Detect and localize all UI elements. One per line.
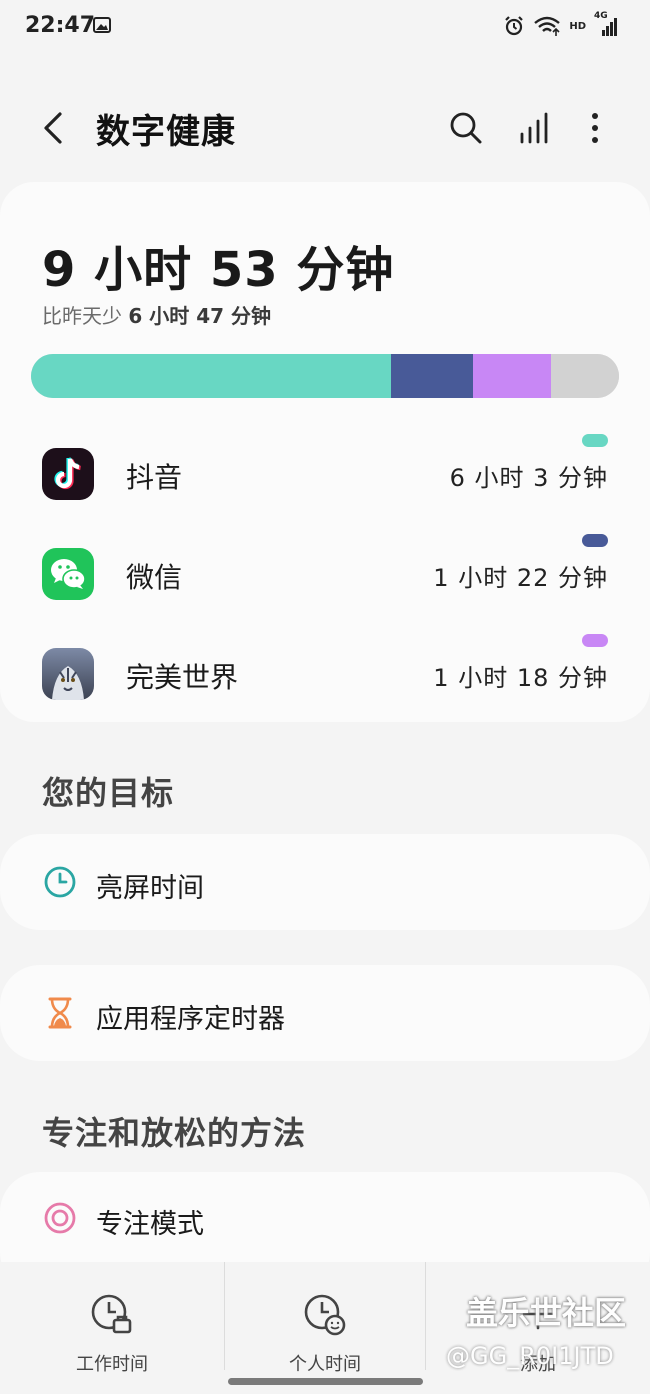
status-bar: 22:47 HD 4G <box>0 0 650 56</box>
alarm-icon <box>505 16 524 36</box>
app-time: 6 小时 3 分钟 <box>449 464 608 492</box>
legend-swatch <box>582 434 608 447</box>
usage-segment <box>391 354 474 398</box>
app-header: 数字健康 <box>0 88 650 168</box>
personal-time-button[interactable]: 个人时间 <box>225 1262 425 1375</box>
perfect-world-icon <box>42 648 94 700</box>
wifi-icon <box>534 16 561 36</box>
app-usage-row-douyin[interactable]: 抖音 6 小时 3 分钟 <box>0 434 650 514</box>
status-time: 22:47 <box>25 13 96 38</box>
hourglass-icon <box>48 997 72 1029</box>
work-time-button[interactable]: 工作时间 <box>0 1262 224 1375</box>
bar-chart-icon[interactable] <box>514 108 554 148</box>
watermark-title: 盖乐世社区 <box>466 1294 627 1332</box>
douyin-icon <box>42 448 94 500</box>
personal-time-icon <box>304 1294 346 1336</box>
screen-time-goal-item[interactable]: 亮屏时间 <box>0 834 650 930</box>
goal-label: 亮屏时间 <box>96 873 204 904</box>
status-icons: HD 4G <box>503 11 620 37</box>
target-icon <box>44 1202 76 1234</box>
app-time: 1 小时 18 分钟 <box>433 664 608 692</box>
legend-swatch <box>582 634 608 647</box>
usage-segment <box>31 354 392 398</box>
section-title-focus: 专注和放松的方法 <box>42 1114 307 1152</box>
comparison-prefix: 比昨天少 <box>42 304 122 328</box>
home-indicator[interactable] <box>228 1378 423 1385</box>
total-screen-time: 9 小时 53 分钟 <box>42 242 395 298</box>
section-title-goals: 您的目标 <box>42 774 175 812</box>
more-options-icon[interactable] <box>578 108 612 148</box>
app-timer-item[interactable]: 应用程序定时器 <box>0 965 650 1061</box>
hd-indicator: HD <box>569 20 586 32</box>
app-name: 微信 <box>126 561 183 594</box>
usage-segment <box>551 354 619 398</box>
usage-bar <box>31 354 619 398</box>
usage-segment <box>473 354 552 398</box>
signal-icon: 4G <box>594 11 620 37</box>
wechat-icon <box>42 548 94 600</box>
watermark-handle: @GG_R0I1JTD <box>446 1342 614 1370</box>
screen-time-card[interactable]: 9 小时 53 分钟 比昨天少 6 小时 47 分钟 抖音 6 小时 3 分钟 <box>0 182 650 722</box>
app-usage-row-perfect-world[interactable]: 完美世界 1 小时 18 分钟 <box>0 634 650 714</box>
focus-label: 专注模式 <box>96 1209 204 1240</box>
nav-label: 个人时间 <box>289 1354 361 1375</box>
search-icon[interactable] <box>446 108 486 148</box>
goal-label: 应用程序定时器 <box>96 1004 285 1035</box>
back-button[interactable] <box>36 106 72 150</box>
comparison-value: 6 小时 47 分钟 <box>128 304 271 328</box>
legend-swatch <box>582 534 608 547</box>
page-title: 数字健康 <box>96 112 236 152</box>
comparison-text: 比昨天少 6 小时 47 分钟 <box>42 300 271 329</box>
app-time: 1 小时 22 分钟 <box>433 564 608 592</box>
app-name: 完美世界 <box>126 661 239 694</box>
clock-icon <box>44 866 76 898</box>
nav-label: 工作时间 <box>76 1354 148 1375</box>
gallery-notification-icon <box>93 17 111 33</box>
app-name: 抖音 <box>126 461 183 494</box>
work-time-icon <box>91 1294 132 1334</box>
app-usage-row-wechat[interactable]: 微信 1 小时 22 分钟 <box>0 534 650 614</box>
